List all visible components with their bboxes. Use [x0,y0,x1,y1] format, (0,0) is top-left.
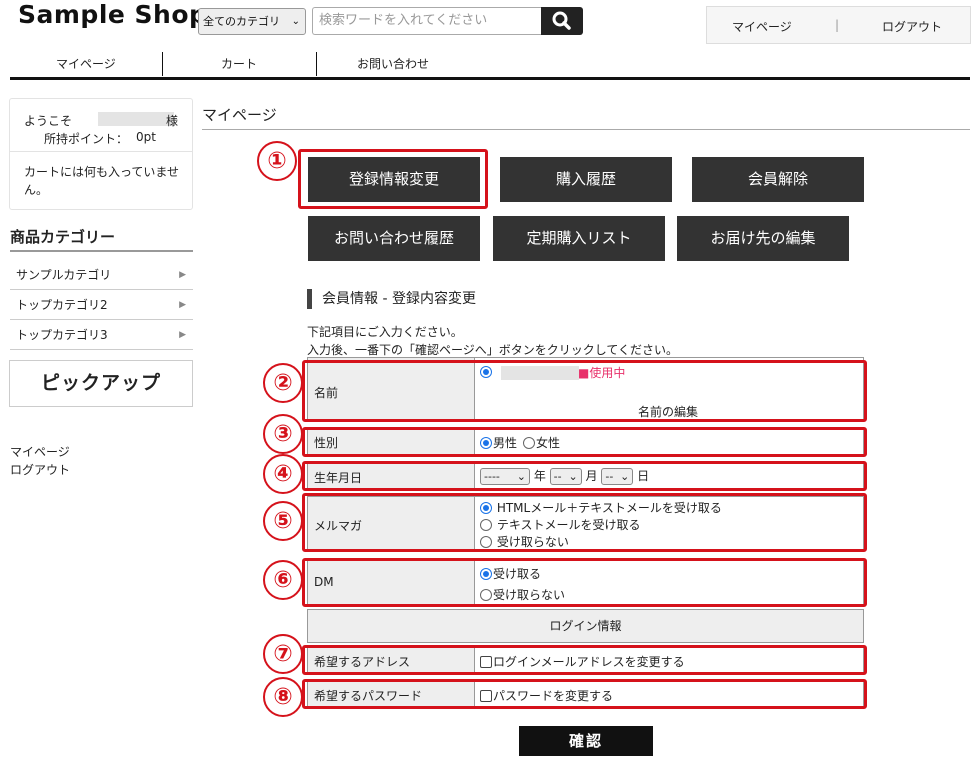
nav-item-cart[interactable]: カート [221,55,257,72]
category-label: トップカテゴリ3 [16,328,108,342]
login-info-header: ログイン情報 [307,609,864,643]
subscription-list-button[interactable]: 定期購入リスト [493,216,665,261]
sidebar-logout-link[interactable]: ログアウト [10,461,70,478]
arrow-right-icon: ▶ [179,270,186,280]
masked-username [98,112,174,126]
annotation-box [302,360,867,422]
annotation-number: ③ [263,414,303,454]
section-title: 会員情報 - 登録内容変更 [307,289,476,309]
category-label: サンプルカテゴリ [16,268,112,282]
annotation-number: ⑥ [263,560,303,600]
global-nav: マイページ カート お問い合わせ [10,44,970,80]
edit-registration-button[interactable]: 登録情報変更 [308,157,480,202]
confirm-button[interactable]: 確認 [519,726,653,756]
annotation-box [302,461,867,491]
nav-item-contact[interactable]: お問い合わせ [357,55,429,72]
withdraw-button[interactable]: 会員解除 [692,157,864,202]
category-heading: 商品カテゴリー [10,226,193,252]
annotation-number: ⑦ [263,634,303,674]
nav-divider [162,52,163,76]
nav-divider [316,52,317,76]
annotation-number: ④ [263,454,303,494]
page-title: マイページ [202,104,970,130]
category-select-value: 全てのカテゴリ [203,15,280,28]
cart-empty-text: カートには何も入っていません。 [24,165,180,197]
welcome-text: ようこそ [24,114,73,128]
pickup-banner[interactable]: ピックアップ [9,360,193,407]
search-button[interactable] [541,7,583,35]
search-input[interactable]: 検索ワードを入れてください [312,7,542,35]
annotation-number: ① [257,141,297,181]
sidebar-mypage-link[interactable]: マイページ [10,443,70,460]
annotation-number: ⑧ [263,677,303,717]
honorific: 様 [166,114,179,128]
points-label: 所持ポイント： [44,132,129,146]
category-select[interactable]: 全てのカテゴリ ⌄ [198,8,306,35]
annotation-box [302,645,867,675]
annotation-number: ② [263,363,303,403]
welcome-box: ようこそ 様 所持ポイント： 0pt カートには何も入っていません。 [9,98,193,210]
category-item[interactable]: サンプルカテゴリ ▶ [10,260,193,290]
search-icon [552,11,571,30]
arrow-right-icon: ▶ [179,330,186,340]
annotation-number: ⑤ [263,501,303,541]
annotation-box [302,558,867,607]
contact-history-button[interactable]: お問い合わせ履歴 [308,216,480,261]
points-value: 0pt [136,130,156,144]
category-label: トップカテゴリ2 [16,298,108,312]
chevron-down-icon: ⌄ [291,16,300,27]
nav-item-mypage[interactable]: マイページ [56,55,116,72]
instruction-text: 下記項目にご入力ください。 [307,325,463,339]
purchase-history-button[interactable]: 購入履歴 [500,157,672,202]
account-menu: マイページ | ログアウト [706,6,971,44]
arrow-right-icon: ▶ [179,300,186,310]
edit-delivery-button[interactable]: お届け先の編集 [677,216,849,261]
divider [10,151,192,152]
header-mypage-link[interactable]: マイページ [732,18,792,35]
category-item[interactable]: トップカテゴリ2 ▶ [10,290,193,320]
instruction-text: 入力後、一番下の「確認ページへ」ボタンをクリックしてください。 [307,343,679,357]
annotation-box [302,679,867,709]
annotation-box [302,427,867,457]
header-separator: | [835,18,840,32]
header-logout-link[interactable]: ログアウト [882,18,942,35]
shop-logo[interactable]: Sample Shop [18,0,207,29]
annotation-box [302,493,867,552]
category-item[interactable]: トップカテゴリ3 ▶ [10,320,193,350]
